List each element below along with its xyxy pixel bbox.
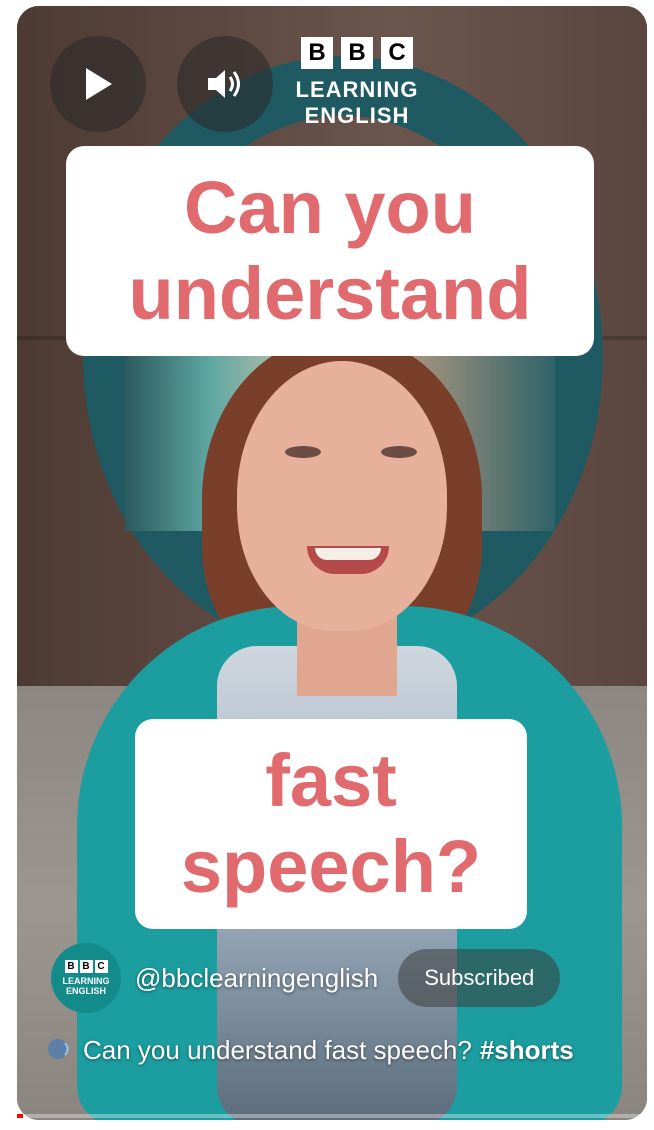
presenter-eye-right — [381, 446, 417, 458]
volume-icon — [208, 70, 240, 98]
bbc-block: B — [341, 37, 373, 69]
avatar-line: ENGLISH — [65, 986, 106, 996]
video-title-text: Can you understand fast speech? — [83, 1034, 472, 1065]
progress-bar[interactable] — [17, 1114, 647, 1118]
speaking-head-icon — [47, 1037, 73, 1063]
channel-handle[interactable]: @bbclearningenglish — [135, 963, 378, 994]
overlay-line: Can you — [184, 166, 476, 249]
overlay-caption-top: Can you understand — [66, 146, 594, 356]
subscribed-button[interactable]: Subscribed — [398, 949, 561, 1007]
video-player[interactable]: B B C LEARNING ENGLISH Can you understan… — [17, 6, 647, 1120]
channel-row: B B C LEARNING ENGLISH @bbclearningengli… — [51, 943, 611, 1013]
avatar-bbc-block: B — [79, 960, 93, 973]
bbc-block: B — [301, 37, 333, 69]
presenter-eye-left — [285, 446, 321, 458]
overlay-line: speech? — [180, 825, 482, 908]
avatar-bbc-block: B — [64, 960, 78, 973]
hashtag-link[interactable]: #shorts — [480, 1035, 574, 1066]
overlay-line: understand — [128, 252, 532, 335]
play-button[interactable] — [50, 36, 146, 132]
bbc-blocks: B B C — [247, 37, 467, 69]
avatar-bbc-block: C — [94, 960, 108, 973]
channel-avatar[interactable]: B B C LEARNING ENGLISH — [51, 943, 121, 1013]
presenter-face — [237, 361, 447, 631]
bbc-learning-english-logo: B B C LEARNING ENGLISH — [247, 37, 467, 129]
overlay-caption-bottom: fast speech? — [135, 719, 527, 929]
avatar-bbc-blocks: B B C — [64, 960, 108, 973]
avatar-line: LEARNING — [62, 976, 110, 986]
video-title[interactable]: Can you understand fast speech? #shorts — [47, 1030, 637, 1070]
bbc-block: C — [381, 37, 413, 69]
brand-subtitle: LEARNING ENGLISH — [295, 77, 419, 128]
overlay-line: fast — [265, 739, 397, 822]
play-icon — [86, 68, 112, 100]
progress-bar-fill — [17, 1114, 24, 1118]
